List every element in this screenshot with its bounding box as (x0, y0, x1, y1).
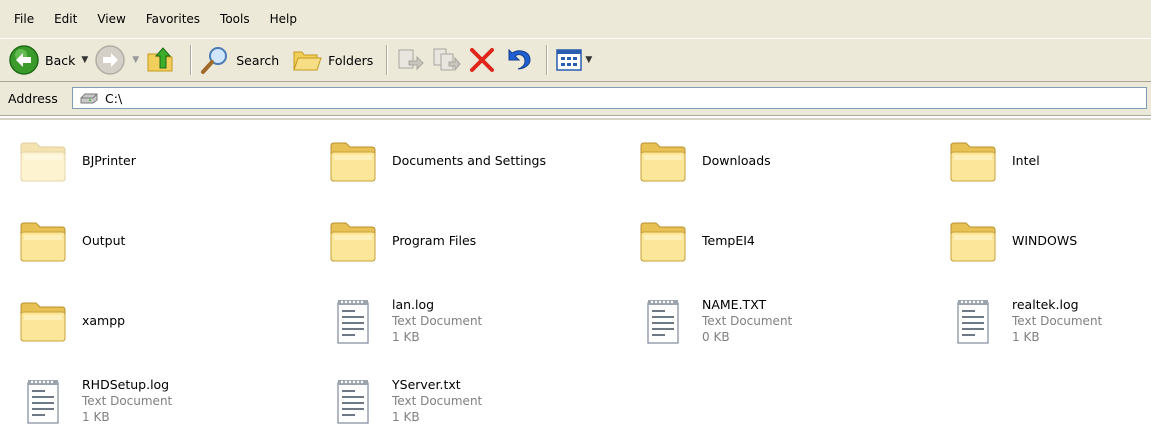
back-button[interactable]: Back ▼ (8, 43, 88, 77)
search-label: Search (236, 52, 280, 68)
undo-button[interactable] (503, 43, 533, 77)
move-to-icon (398, 49, 425, 71)
folder-icon (632, 210, 694, 272)
text-document-icon (322, 290, 384, 352)
file-item[interactable]: YServer.txt Text Document 1 KB (322, 366, 612, 436)
item-name: Program Files (392, 233, 477, 248)
address-bar: Address C:\ (0, 82, 1151, 116)
item-name: WINDOWS (1012, 233, 1078, 248)
drive-icon (80, 93, 98, 104)
folders-button[interactable]: Folders (291, 43, 373, 77)
toolbar-separator (190, 45, 193, 75)
menu-favorites[interactable]: Favorites (136, 8, 210, 30)
content-divider (0, 118, 1151, 120)
text-document-icon (322, 370, 384, 432)
item-size: 1 KB (392, 410, 420, 424)
address-label: Address (8, 91, 58, 106)
folder-icon (12, 210, 74, 272)
views-button[interactable]: ▼ (555, 43, 592, 77)
toolbar-separator (386, 45, 389, 75)
folder-item[interactable]: Intel (942, 126, 1151, 196)
item-name: realtek.log (1012, 297, 1079, 312)
item-type: Text Document (392, 314, 483, 328)
back-label: Back (45, 52, 76, 68)
menu-edit[interactable]: Edit (44, 8, 87, 30)
folder-item[interactable]: Output (12, 206, 302, 276)
views-icon (556, 49, 583, 71)
folder-icon (632, 130, 694, 192)
views-dropdown-icon[interactable]: ▼ (585, 55, 592, 65)
folders-icon (293, 51, 322, 71)
move-to-button[interactable] (395, 43, 425, 77)
item-name: RHDSetup.log (82, 377, 170, 392)
item-name: BJPrinter (82, 153, 136, 168)
menu-help[interactable]: Help (260, 8, 307, 30)
forward-arrow-icon (95, 45, 126, 75)
file-item[interactable]: realtek.log Text Document 1 KB (942, 286, 1151, 356)
item-size: 1 KB (82, 410, 110, 424)
back-arrow-icon (9, 45, 39, 75)
folder-item[interactable]: WINDOWS (942, 206, 1151, 276)
up-folder-button[interactable] (145, 43, 177, 77)
toolbar-separator (546, 45, 549, 75)
text-document-icon (942, 290, 1004, 352)
item-name: TempEI4 (702, 233, 755, 248)
search-button[interactable]: Search (199, 43, 279, 77)
back-dropdown-icon[interactable]: ▼ (81, 55, 88, 65)
item-type: Text Document (702, 314, 793, 328)
item-type: Text Document (82, 394, 173, 408)
folder-icon (322, 130, 384, 192)
folder-item[interactable]: xampp (12, 286, 302, 356)
item-name: YServer.txt (392, 377, 461, 392)
item-name: Downloads (702, 153, 771, 168)
item-name: NAME.TXT (702, 297, 767, 312)
menu-tools[interactable]: Tools (210, 8, 260, 30)
toolbar: Back ▼ ▼ Search Folders ▼ (0, 38, 1151, 82)
file-list: BJPrinter Documents and Settings Downloa… (0, 122, 1151, 432)
up-folder-icon (147, 47, 173, 72)
item-size: 1 KB (392, 330, 420, 344)
folder-item[interactable]: Program Files (322, 206, 612, 276)
item-name: Output (82, 233, 126, 248)
address-field[interactable]: C:\ (72, 87, 1147, 109)
forward-button[interactable]: ▼ (94, 43, 139, 77)
menu-file[interactable]: File (0, 8, 44, 30)
text-document-icon (632, 290, 694, 352)
item-name: Intel (1012, 153, 1040, 168)
folder-item[interactable]: TempEI4 (632, 206, 922, 276)
menu-view[interactable]: View (87, 8, 135, 30)
file-item[interactable]: NAME.TXT Text Document 0 KB (632, 286, 922, 356)
file-item[interactable]: RHDSetup.log Text Document 1 KB (12, 366, 302, 436)
undo-icon (508, 48, 531, 70)
item-name: xampp (82, 313, 126, 328)
menu-bar: File Edit View Favorites Tools Help (0, 0, 1151, 38)
item-name: lan.log (392, 297, 435, 312)
item-type: Text Document (392, 394, 483, 408)
search-icon (201, 47, 228, 74)
delete-button[interactable] (467, 43, 497, 77)
file-item[interactable]: lan.log Text Document 1 KB (322, 286, 612, 356)
folder-item[interactable]: Documents and Settings (322, 126, 612, 196)
copy-to-icon (433, 48, 461, 72)
folder-icon (12, 290, 74, 352)
folder-icon (322, 210, 384, 272)
folder-item[interactable]: Downloads (632, 126, 922, 196)
copy-to-button[interactable] (431, 43, 461, 77)
address-path: C:\ (105, 90, 123, 106)
folder-icon (942, 210, 1004, 272)
delete-icon (470, 48, 495, 72)
item-size: 0 KB (702, 330, 730, 344)
folder-icon (12, 130, 74, 192)
item-type: Text Document (1012, 314, 1103, 328)
folder-item[interactable]: BJPrinter (12, 126, 302, 196)
folder-icon (942, 130, 1004, 192)
folders-label: Folders (328, 52, 374, 68)
item-name: Documents and Settings (392, 153, 547, 168)
item-size: 1 KB (1012, 330, 1040, 344)
forward-dropdown-icon[interactable]: ▼ (132, 55, 139, 65)
text-document-icon (12, 370, 74, 432)
